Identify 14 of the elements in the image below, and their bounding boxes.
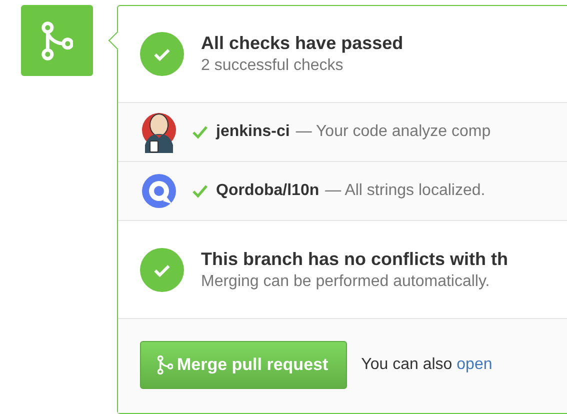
merge-status-subtitle: Merging can be performed automatically. [201, 272, 491, 290]
check-description: — Your code analyze comp [296, 123, 491, 141]
merge-icon [41, 20, 73, 60]
check-name: jenkins-ci [216, 123, 290, 141]
checks-subtitle: 2 successful checks [201, 57, 344, 75]
checks-title: All checks have passed [201, 33, 404, 54]
footer-text: You can also open [361, 355, 492, 375]
merge-status-title: This branch has no conflicts with th [201, 248, 508, 270]
check-name: Qordoba/l10n [216, 182, 320, 200]
check-description: — All strings localized. [325, 182, 486, 200]
butler-avatar-icon [140, 111, 178, 153]
merge-icon [157, 355, 173, 375]
merge-button[interactable]: Merge pull request [140, 341, 348, 389]
open-link[interactable]: open [456, 356, 492, 373]
